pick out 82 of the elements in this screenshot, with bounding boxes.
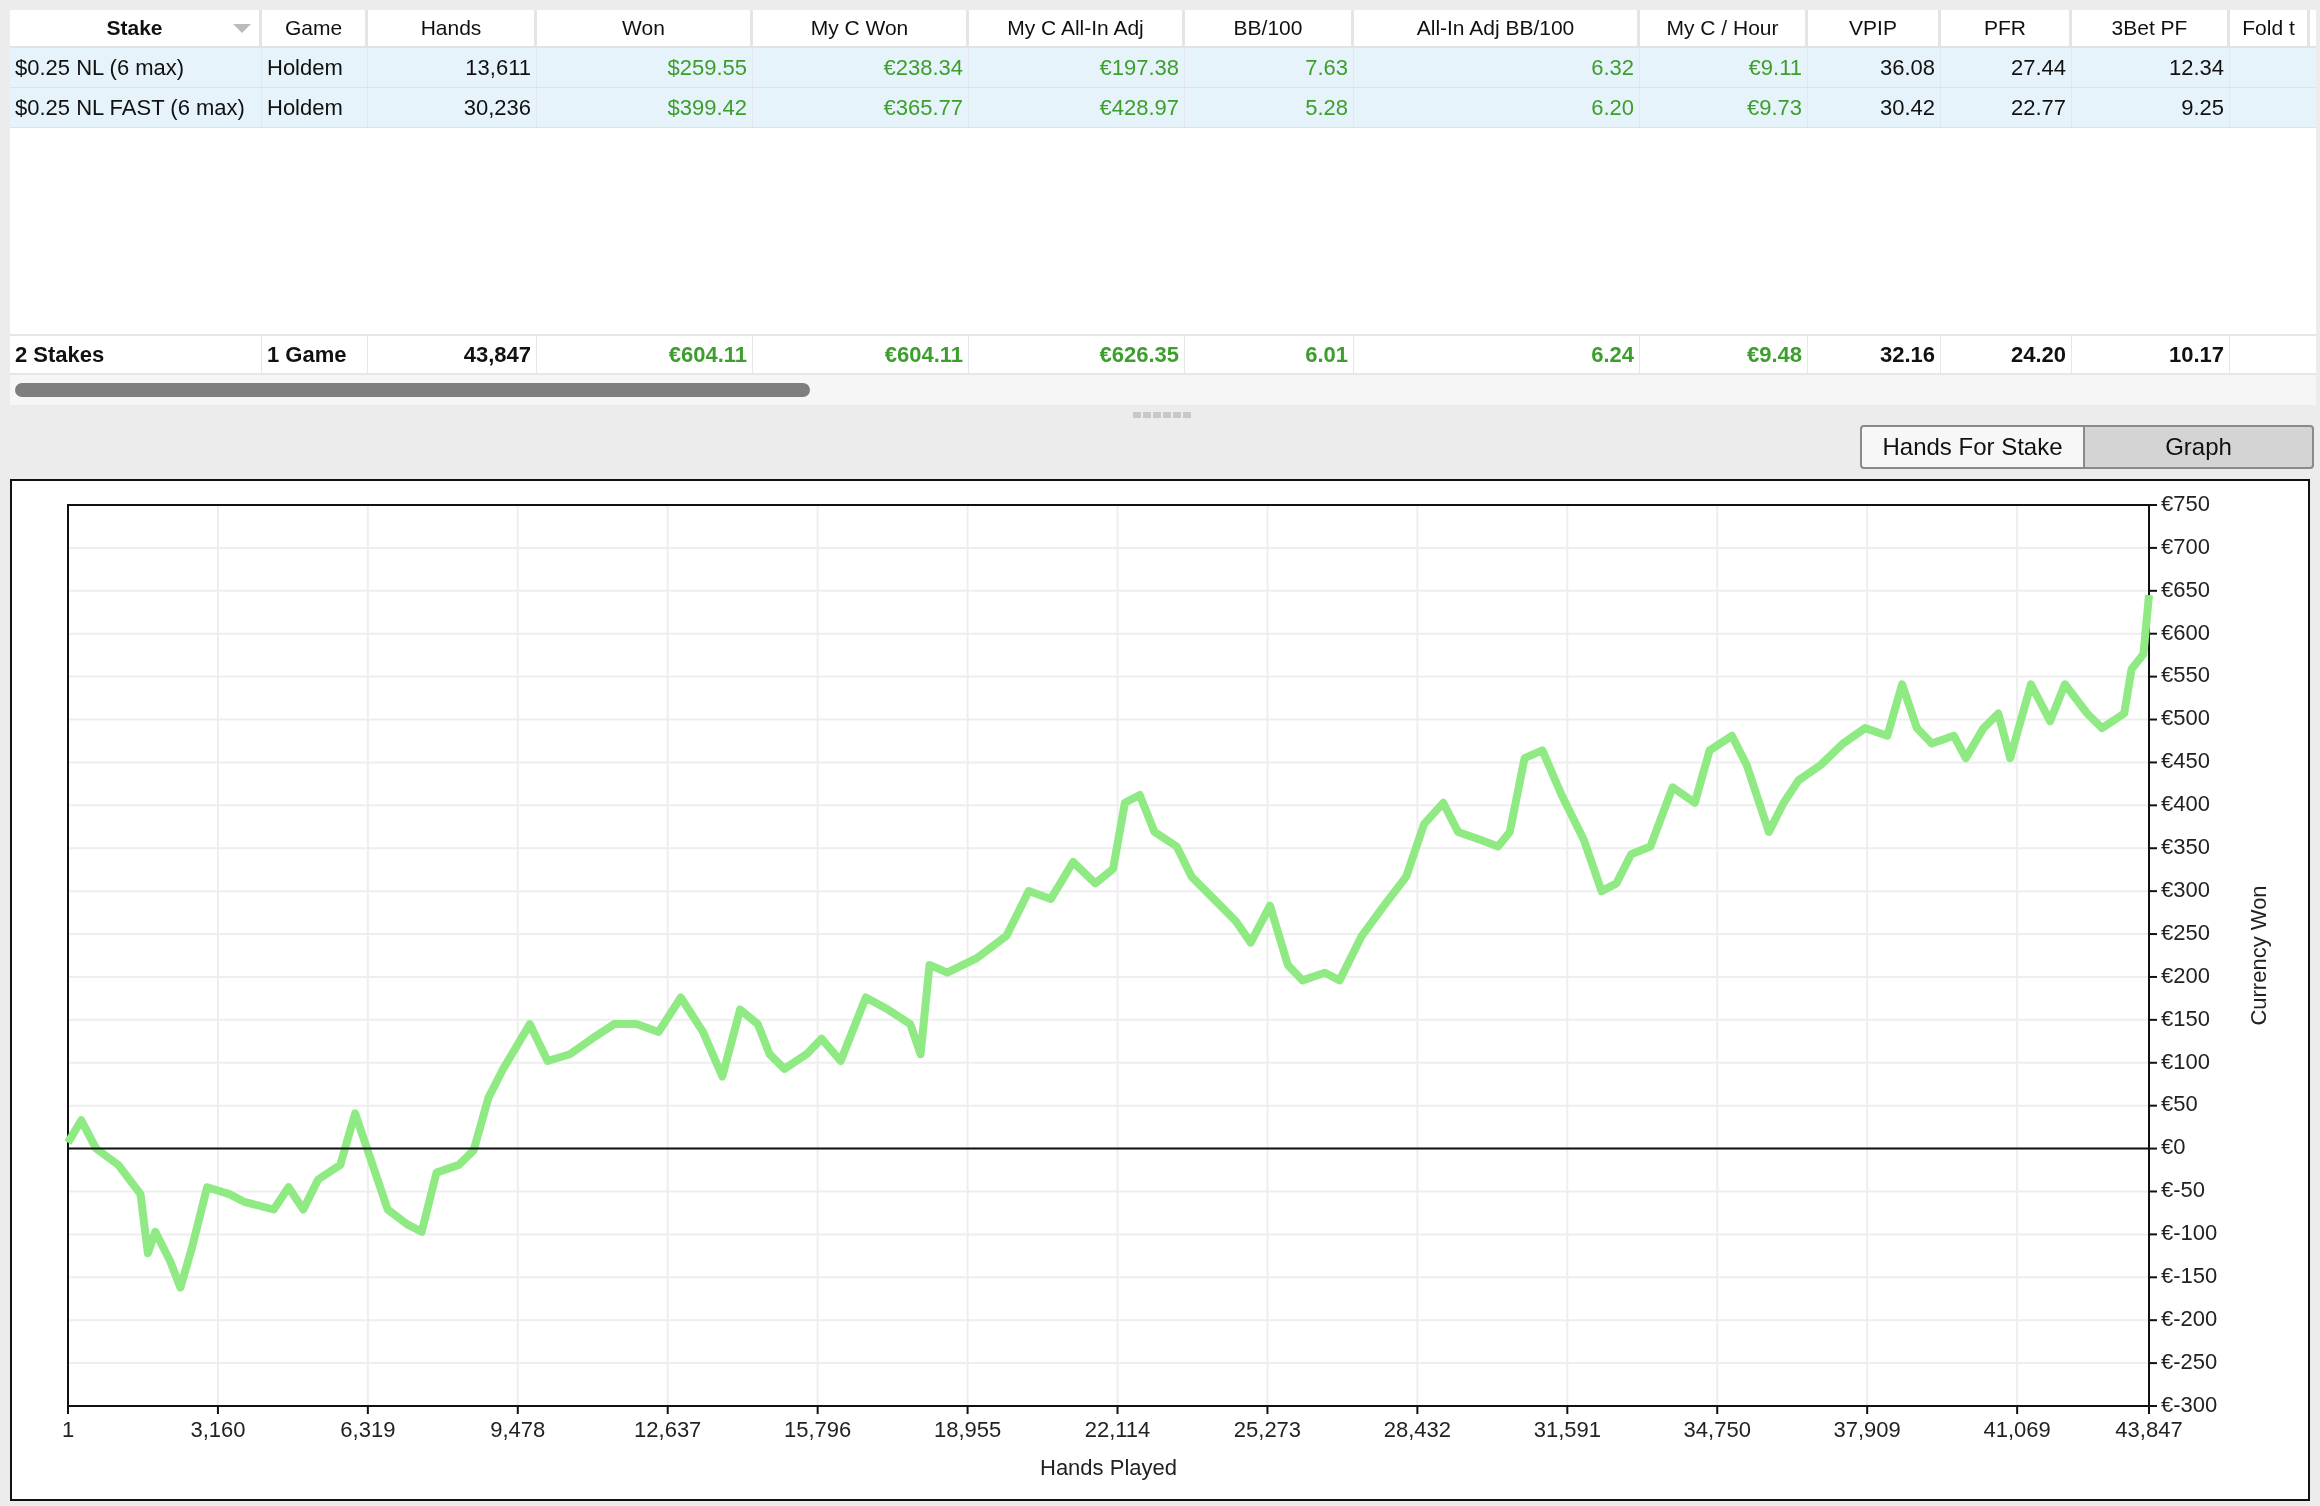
table-cell: 32.16 bbox=[1808, 336, 1941, 373]
tick-label: €750 bbox=[2161, 490, 2210, 516]
table-cell: 5.28 bbox=[1185, 88, 1354, 127]
tick-label: 43,847 bbox=[2115, 1416, 2183, 1442]
tick-label: €0 bbox=[2161, 1134, 2186, 1160]
table-cell: 9.25 bbox=[2072, 88, 2230, 127]
tick-label: €450 bbox=[2161, 748, 2210, 774]
tick-label: 15,796 bbox=[784, 1416, 852, 1442]
tab[interactable]: Graph bbox=[2085, 425, 2314, 469]
sort-caret-icon bbox=[233, 24, 251, 33]
tick-label: 28,432 bbox=[1383, 1416, 1452, 1442]
tick-label: 1 bbox=[61, 1416, 75, 1442]
table-cell: 13,611 bbox=[368, 48, 537, 87]
tick-label: €-150 bbox=[2161, 1263, 2218, 1289]
tick-label: €-50 bbox=[2161, 1177, 2206, 1203]
table-cell: Holdem bbox=[262, 48, 368, 87]
table-cell: 6.20 bbox=[1354, 88, 1640, 127]
table-cell: 7.63 bbox=[1185, 48, 1354, 87]
tick-label: €300 bbox=[2161, 876, 2210, 902]
tick-label: €700 bbox=[2161, 533, 2210, 559]
table-cell: €9.48 bbox=[1640, 336, 1808, 373]
table-cell: 30.42 bbox=[1808, 88, 1941, 127]
tick-label: €250 bbox=[2161, 919, 2210, 945]
tick-label: €200 bbox=[2161, 962, 2210, 988]
splitter-grip-icon[interactable] bbox=[1133, 412, 1193, 418]
tick-label: 37,909 bbox=[1833, 1416, 1901, 1442]
tick-label: €-100 bbox=[2161, 1220, 2218, 1246]
tick-label: €-250 bbox=[2161, 1348, 2218, 1374]
table-row[interactable]: $0.25 NL FAST (6 max) Holdem 30,236 $399.42 €365.77 €428.97 5.28 6.20 €9.73 30.42 22.77 9.25 bbox=[10, 88, 2316, 128]
tick-label: €350 bbox=[2161, 834, 2210, 860]
table-cell: 43,847 bbox=[368, 336, 537, 373]
tick-label: €400 bbox=[2161, 791, 2210, 817]
table-cell: 12.34 bbox=[2072, 48, 2230, 87]
table-cell: $399.42 bbox=[537, 88, 753, 127]
table-cell: 30,236 bbox=[368, 88, 537, 127]
tick-label: 18,955 bbox=[933, 1416, 1002, 1442]
tick-label: €100 bbox=[2161, 1048, 2210, 1074]
tick-label: 12,637 bbox=[634, 1416, 702, 1442]
tick-label: 22,114 bbox=[1084, 1416, 1151, 1442]
table-cell: 2 Stakes bbox=[10, 336, 262, 373]
table-cell: €9.73 bbox=[1640, 88, 1808, 127]
tick-label: 6,319 bbox=[340, 1416, 396, 1442]
table-cell: 6.24 bbox=[1354, 336, 1640, 373]
tick-label: 34,750 bbox=[1683, 1416, 1751, 1442]
table-cell: Holdem bbox=[262, 88, 368, 127]
table-cell: €238.34 bbox=[753, 48, 969, 87]
table-cell: $0.25 NL FAST (6 max) bbox=[10, 88, 262, 127]
tick-label: €150 bbox=[2161, 1005, 2210, 1031]
axis-title: Currency Won bbox=[2245, 885, 2271, 1026]
tab[interactable]: Hands For Stake bbox=[1860, 425, 2085, 469]
table-cell: $0.25 NL (6 max) bbox=[10, 48, 262, 87]
table-row[interactable]: $0.25 NL (6 max) Holdem 13,611 $259.55 €238.34 €197.38 7.63 6.32 €9.11 36.08 27.44 12.34 bbox=[10, 48, 2316, 88]
table-cell: €626.35 bbox=[969, 336, 1185, 373]
table-cell: 22.77 bbox=[1941, 88, 2072, 127]
table-cell: €604.11 bbox=[753, 336, 969, 373]
tick-label: 9,478 bbox=[490, 1416, 546, 1442]
table-cell: €9.11 bbox=[1640, 48, 1808, 87]
table-cell: €428.97 bbox=[969, 88, 1185, 127]
table-cell: €365.77 bbox=[753, 88, 969, 127]
table-cell: 36.08 bbox=[1808, 48, 1941, 87]
table-cell: $259.55 bbox=[537, 48, 753, 87]
table-cell: 24.20 bbox=[1941, 336, 2072, 373]
table-cell: 6.32 bbox=[1354, 48, 1640, 87]
tick-label: €600 bbox=[2161, 619, 2210, 645]
table-cell: 27.44 bbox=[1941, 48, 2072, 87]
table-cell: 6.01 bbox=[1185, 336, 1354, 373]
table-cell: 1 Game bbox=[262, 336, 368, 373]
tick-label: €-300 bbox=[2161, 1391, 2218, 1417]
axis-title: Hands Played bbox=[1040, 1454, 1177, 1480]
tick-label: €50 bbox=[2161, 1091, 2198, 1117]
tick-label: 31,591 bbox=[1533, 1416, 1601, 1442]
tick-label: 41,069 bbox=[1983, 1416, 2051, 1442]
tick-label: €650 bbox=[2161, 576, 2210, 602]
tick-label: €500 bbox=[2161, 705, 2210, 731]
tick-label: 3,160 bbox=[190, 1416, 246, 1442]
table-cell: €604.11 bbox=[537, 336, 753, 373]
table-cell: €197.38 bbox=[969, 48, 1185, 87]
tick-label: €550 bbox=[2161, 662, 2210, 688]
table-cell: 10.17 bbox=[2072, 336, 2230, 373]
tick-label: €-200 bbox=[2161, 1306, 2218, 1331]
tick-label: 25,273 bbox=[1233, 1416, 1302, 1442]
scrollbar-thumb[interactable] bbox=[15, 383, 810, 397]
